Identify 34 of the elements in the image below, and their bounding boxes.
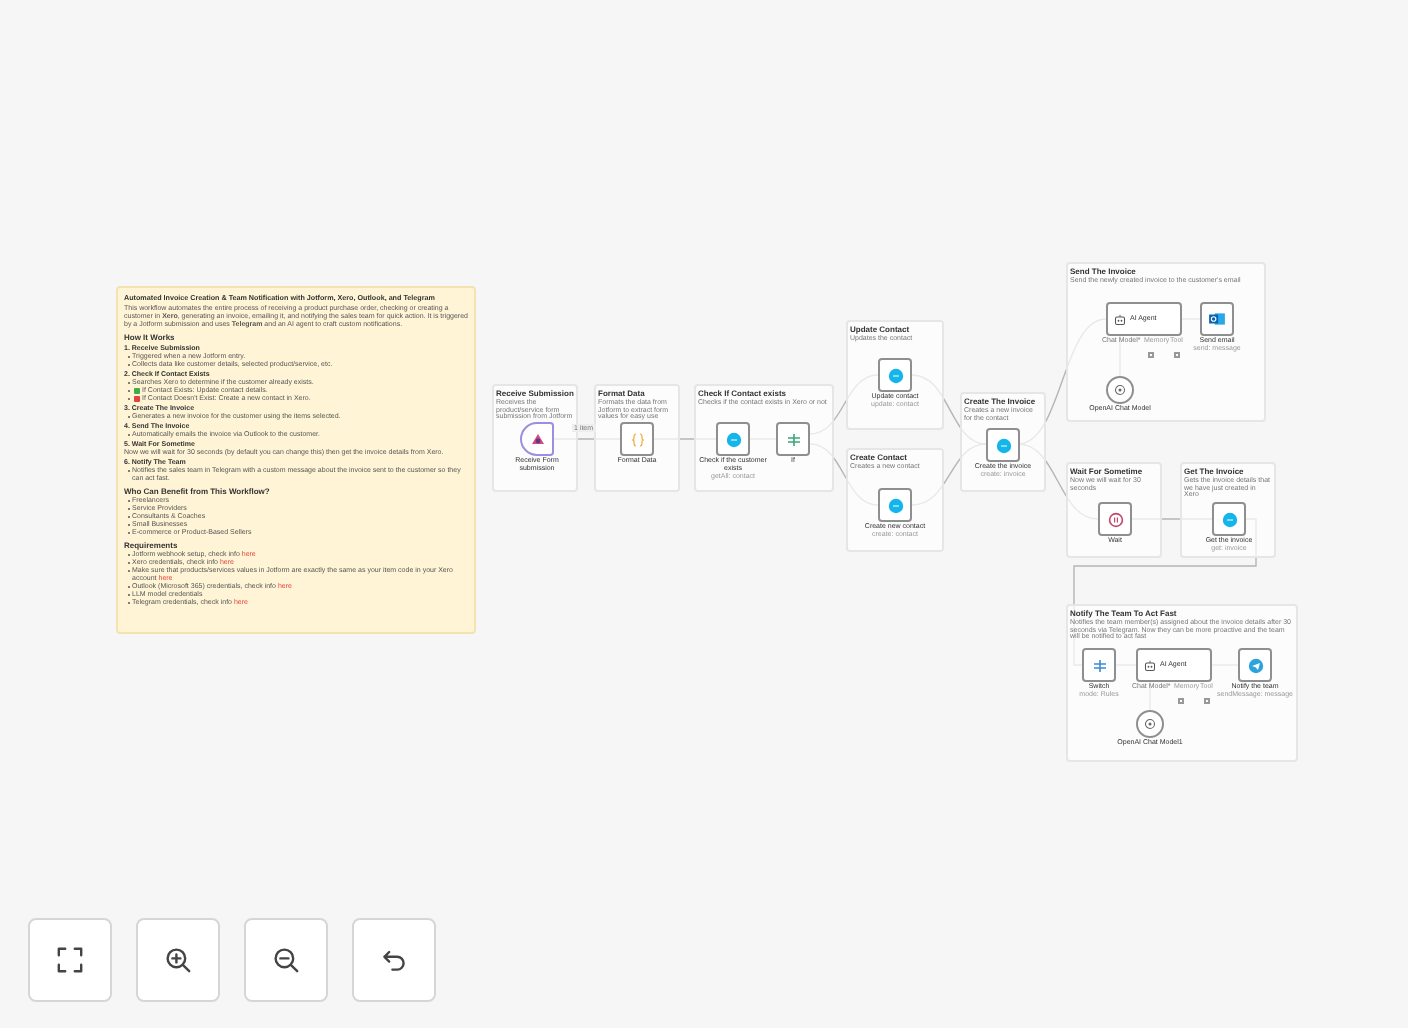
fit-view-icon — [54, 944, 86, 976]
workflow-node[interactable] — [878, 358, 912, 392]
workflow-node[interactable] — [1082, 648, 1116, 682]
port-connector-icon[interactable] — [1174, 352, 1180, 358]
fit-button[interactable] — [28, 918, 112, 1002]
port-connector-icon[interactable] — [1178, 698, 1184, 704]
workflow-node[interactable] — [776, 422, 810, 456]
zoom-out-button[interactable] — [244, 918, 328, 1002]
section-panel — [492, 384, 578, 492]
check-mark-icon — [134, 387, 140, 394]
envelope-icon — [1208, 310, 1226, 328]
workflow-node[interactable] — [1238, 648, 1272, 682]
workflow-node[interactable] — [716, 422, 750, 456]
section-panel — [846, 320, 944, 430]
port-connector-icon[interactable] — [1148, 352, 1154, 358]
undo-button[interactable] — [352, 918, 436, 1002]
workflow-node[interactable] — [986, 428, 1020, 462]
trigger-icon — [529, 431, 545, 447]
braces-icon — [629, 431, 645, 447]
workflow-node[interactable] — [1200, 302, 1234, 336]
paper-plane-icon — [1247, 657, 1263, 673]
workflow-node[interactable] — [1098, 502, 1132, 536]
pause-icon — [1107, 511, 1123, 527]
robot-icon — [1144, 659, 1156, 671]
cross-mark-icon — [134, 395, 140, 402]
robot-icon — [1114, 313, 1126, 325]
workflow-node[interactable] — [878, 488, 912, 522]
zoom-out-icon — [270, 944, 302, 976]
workflow-node[interactable] — [620, 422, 654, 456]
zoom-in-button[interactable] — [136, 918, 220, 1002]
zoom-in-icon — [162, 944, 194, 976]
port-connector-icon[interactable] — [1204, 698, 1210, 704]
workflow-node[interactable] — [1212, 502, 1246, 536]
trigger-node[interactable] — [520, 422, 554, 456]
